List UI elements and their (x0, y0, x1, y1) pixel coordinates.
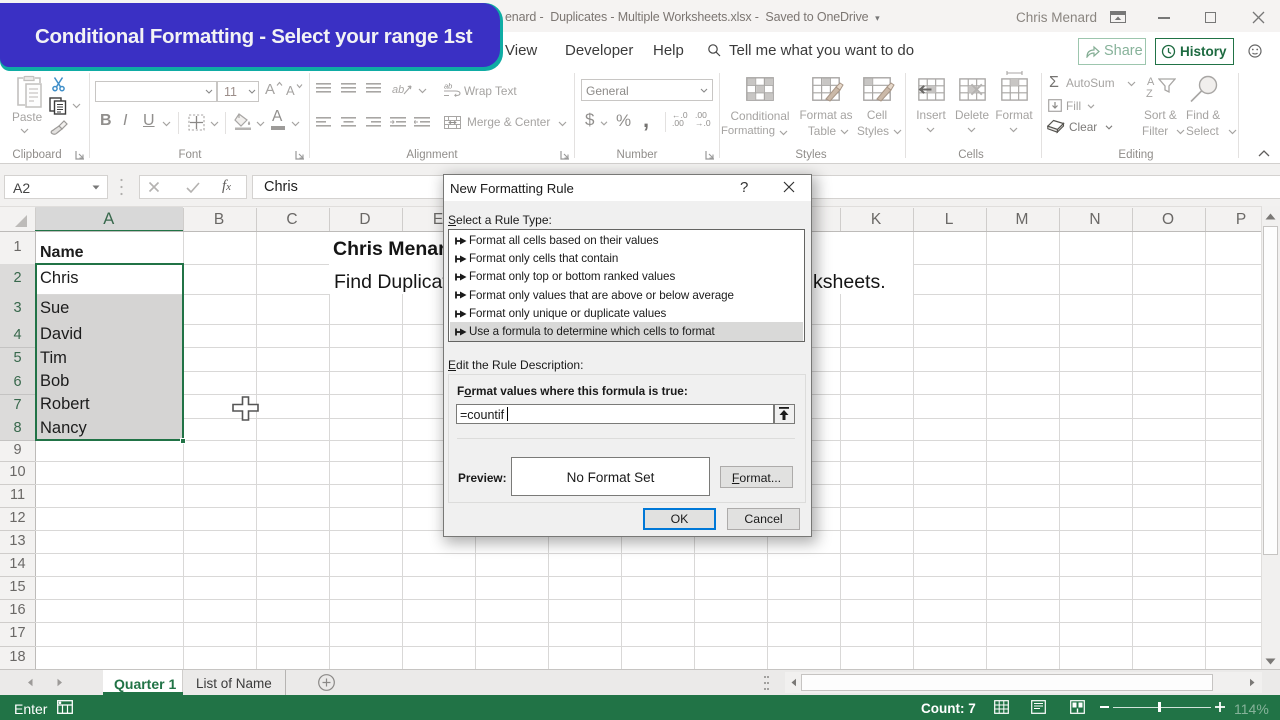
svg-text:ab: ab (392, 84, 404, 96)
svg-text:ab: ab (444, 83, 452, 91)
